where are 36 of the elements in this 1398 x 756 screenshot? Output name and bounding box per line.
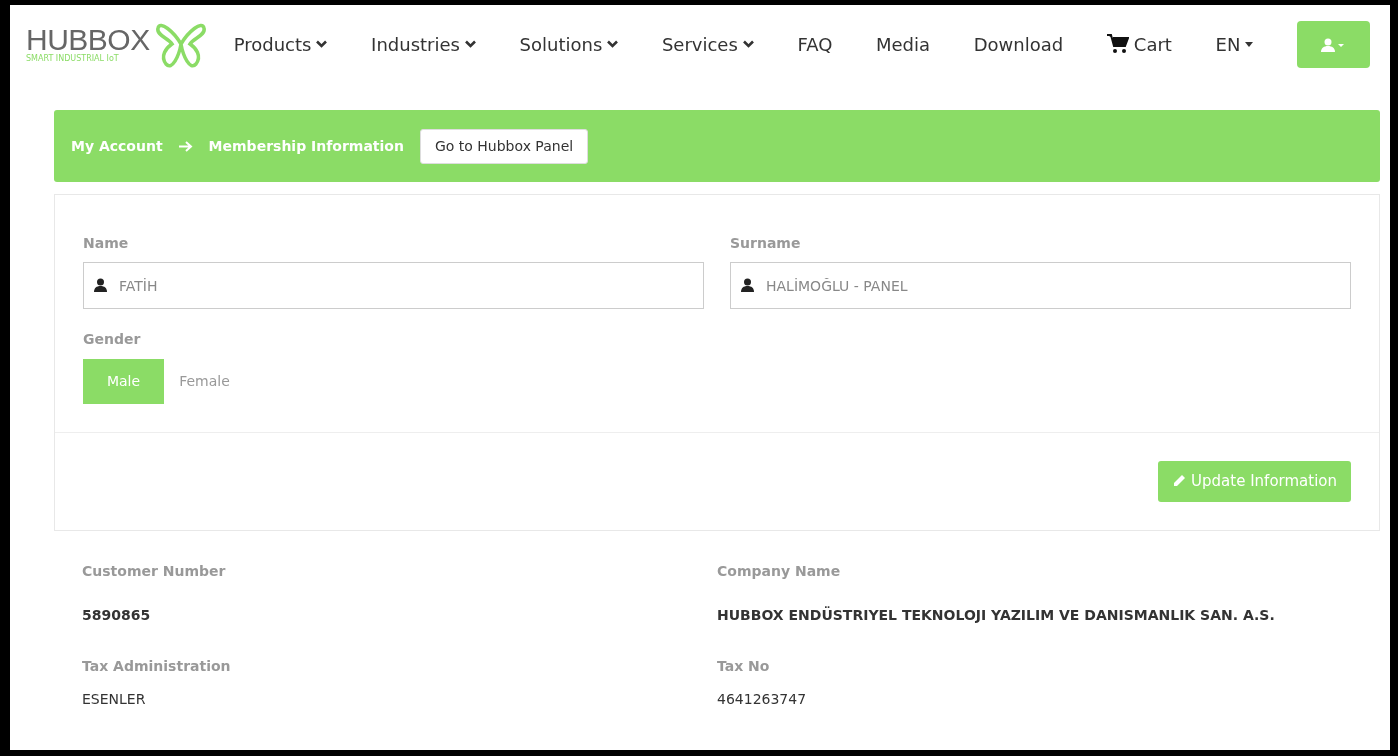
info-label: Tax No	[717, 656, 771, 676]
language-dropdown[interactable]: EN	[1215, 30, 1254, 58]
info-value: 4641263747	[717, 689, 808, 709]
chevron-down-icon	[316, 40, 328, 48]
person-icon	[94, 278, 107, 292]
cart-icon	[1106, 34, 1129, 54]
nav-link[interactable]: Solutions	[519, 30, 619, 58]
field-label: Name	[83, 234, 130, 253]
logo-text: HUBBOX	[26, 25, 150, 55]
field-label: Gender	[83, 330, 142, 349]
pencil-icon	[1172, 474, 1187, 489]
logo-tagline: SMART INDUSTRIAL IoT	[26, 55, 120, 63]
nav-link[interactable]: Download	[973, 30, 1064, 58]
nav-link[interactable]: FAQ	[797, 30, 833, 58]
arrow-right-icon	[178, 140, 193, 152]
text-field[interactable]: HALİMOĞLU - PANEL	[730, 262, 1351, 309]
chevron-down-icon	[607, 40, 619, 48]
info-label: Customer Number	[82, 561, 227, 581]
nav-link[interactable]: Industries	[371, 30, 476, 58]
info-label: Tax Administration	[82, 656, 232, 676]
field-label: Surname	[730, 234, 802, 253]
cart-link[interactable]: Cart	[1106, 30, 1172, 58]
user-menu-button[interactable]	[1297, 20, 1370, 68]
panel-button[interactable]: Go to Hubbox Panel	[419, 128, 589, 164]
chevron-down-icon	[742, 40, 754, 48]
text-field[interactable]: FATİH	[83, 262, 704, 309]
nav-link[interactable]: Services	[661, 30, 754, 58]
nav-link[interactable]: Media	[876, 30, 931, 58]
chevron-down-icon	[464, 40, 476, 48]
info-value: HUBBOX ENDÜSTRIYEL TEKNOLOJI YAZILIM VE DANISMANLIK SAN. A.S.	[717, 605, 1276, 625]
nav-link[interactable]: Products	[233, 30, 328, 58]
info-value: 5890865	[82, 605, 152, 625]
caret-icon	[1245, 41, 1254, 47]
info-value: ESENLER	[82, 689, 147, 709]
person-icon	[741, 278, 754, 292]
info-label: Company Name	[717, 561, 842, 581]
